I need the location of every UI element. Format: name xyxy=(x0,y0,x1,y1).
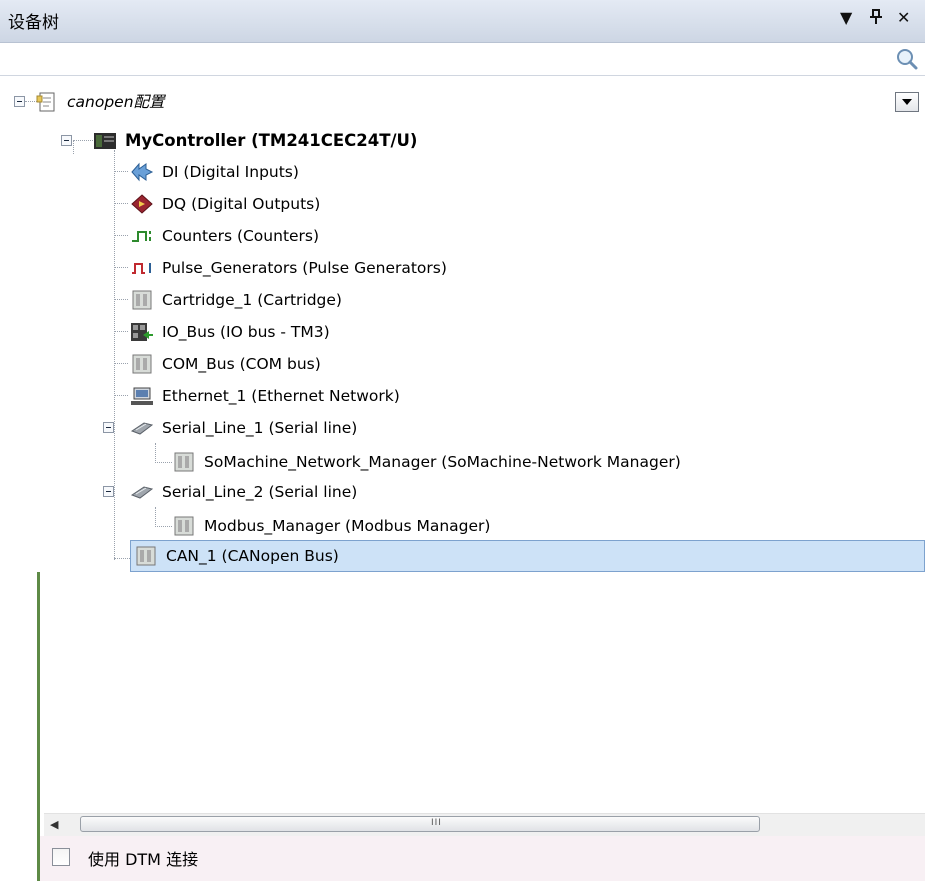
tree-node-label: DQ (Digital Outputs) xyxy=(162,195,321,213)
scrollbar-thumb[interactable]: III xyxy=(80,816,760,832)
search-input[interactable] xyxy=(4,45,888,73)
tree-node-label: Serial_Line_1 (Serial line) xyxy=(162,419,358,437)
panel-title-bar: 设备树 ▼ ✕ xyxy=(0,0,925,43)
module-icon xyxy=(130,289,154,311)
tree-connector xyxy=(114,235,128,236)
tree-node-label: IO_Bus (IO bus - TM3) xyxy=(162,323,330,341)
use-dtm-label[interactable]: 使用 DTM 连接 xyxy=(88,846,198,870)
tree-connector xyxy=(73,140,74,154)
tree-connector xyxy=(114,363,128,364)
tree-node-controller[interactable]: MyController (TM241CEC24T/U) xyxy=(93,127,417,155)
tree-connector xyxy=(114,395,128,396)
serial-icon xyxy=(130,417,154,439)
tree-node-serial-line-1[interactable]: Serial_Line_1 (Serial line) xyxy=(130,414,357,442)
scrollbar-grip: III xyxy=(431,818,442,828)
collapse-controller-toggle[interactable] xyxy=(61,135,72,146)
tree-node-label: CAN_1 (CANopen Bus) xyxy=(166,547,339,565)
tree-node-project[interactable]: canopen配置 xyxy=(35,88,165,116)
panel-title: 设备树 xyxy=(8,13,59,33)
controller-icon xyxy=(93,130,117,152)
module-icon xyxy=(134,545,158,567)
tree-node-label: Serial_Line_2 (Serial line) xyxy=(162,483,358,501)
tree-connector xyxy=(114,299,128,300)
tree-node-label: Modbus_Manager (Modbus Manager) xyxy=(204,517,491,535)
tree-node-com-bus[interactable]: COM_Bus (COM bus) xyxy=(130,350,321,378)
magnifier-icon[interactable] xyxy=(895,47,919,71)
tree-connector xyxy=(114,150,115,560)
search-bar xyxy=(0,43,925,76)
tree-node-label: SoMachine_Network_Manager (SoMachine-Net… xyxy=(204,453,681,471)
left-border xyxy=(37,572,40,881)
tree-node-label: Counters (Counters) xyxy=(162,227,320,245)
digital-inputs-icon xyxy=(130,161,154,183)
project-icon xyxy=(35,91,59,113)
tree-node-dq[interactable]: DQ (Digital Outputs) xyxy=(130,190,320,218)
pin-icon[interactable] xyxy=(869,9,883,29)
tree-connector xyxy=(155,443,156,463)
tree-node-label: Ethernet_1 (Ethernet Network) xyxy=(162,387,400,405)
tree-empty-area xyxy=(40,572,925,812)
tree-connector xyxy=(114,267,128,268)
use-dtm-checkbox[interactable] xyxy=(52,848,70,866)
tree-node-serial-line-2[interactable]: Serial_Line_2 (Serial line) xyxy=(130,478,357,506)
tree-node-ethernet[interactable]: Ethernet_1 (Ethernet Network) xyxy=(130,382,400,410)
tree-node-network-manager[interactable]: SoMachine_Network_Manager (SoMachine-Net… xyxy=(172,448,681,476)
module-icon xyxy=(172,515,196,537)
tree-node-io-bus[interactable]: IO_Bus (IO bus - TM3) xyxy=(130,318,330,346)
tree-node-label: COM_Bus (COM bus) xyxy=(162,355,321,373)
tree-node-cartridge[interactable]: Cartridge_1 (Cartridge) xyxy=(130,286,342,314)
collapse-serial-line-2-toggle[interactable] xyxy=(103,486,114,497)
close-icon[interactable]: ✕ xyxy=(897,9,910,27)
ethernet-icon xyxy=(130,385,154,407)
collapse-serial-line-1-toggle[interactable] xyxy=(103,422,114,433)
tree-connector xyxy=(114,331,128,332)
module-icon xyxy=(172,451,196,473)
panel-footer: 使用 DTM 连接 xyxy=(40,836,925,881)
tree-connector xyxy=(155,462,172,463)
tree-connector xyxy=(73,140,93,141)
tree-node-di[interactable]: DI (Digital Inputs) xyxy=(130,158,299,186)
tree-node-label: Pulse_Generators (Pulse Generators) xyxy=(162,259,447,277)
tree-node-label: MyController (TM241CEC24T/U) xyxy=(125,131,418,150)
tree-connector xyxy=(114,171,128,172)
tree-connector xyxy=(114,203,128,204)
tree-node-modbus-manager[interactable]: Modbus_Manager (Modbus Manager) xyxy=(172,512,490,540)
collapse-root-toggle[interactable] xyxy=(14,96,25,107)
scroll-left-icon[interactable]: ◀ xyxy=(50,818,58,831)
tree-node-label: DI (Digital Inputs) xyxy=(162,163,299,181)
counters-icon xyxy=(130,225,154,247)
tree-node-pulse-generators[interactable]: Pulse_Generators (Pulse Generators) xyxy=(130,254,447,282)
module-icon xyxy=(130,353,154,375)
tree-connector xyxy=(155,507,156,527)
tree-node-label: Cartridge_1 (Cartridge) xyxy=(162,291,342,309)
tree-node-can-1[interactable]: CAN_1 (CANopen Bus) xyxy=(134,542,339,570)
io-bus-icon xyxy=(130,321,154,343)
serial-icon xyxy=(130,481,154,503)
tree-options-dropdown[interactable] xyxy=(895,92,919,112)
digital-outputs-icon xyxy=(130,193,154,215)
tree-connector xyxy=(155,526,172,527)
panel-menu-dropdown-icon[interactable]: ▼ xyxy=(840,9,852,27)
tree-node-label: canopen配置 xyxy=(67,93,165,111)
tree-node-counters[interactable]: Counters (Counters) xyxy=(130,222,319,250)
pulse-icon xyxy=(130,257,154,279)
horizontal-scrollbar[interactable]: ◀ III xyxy=(44,813,925,836)
tree-connector xyxy=(114,558,130,559)
